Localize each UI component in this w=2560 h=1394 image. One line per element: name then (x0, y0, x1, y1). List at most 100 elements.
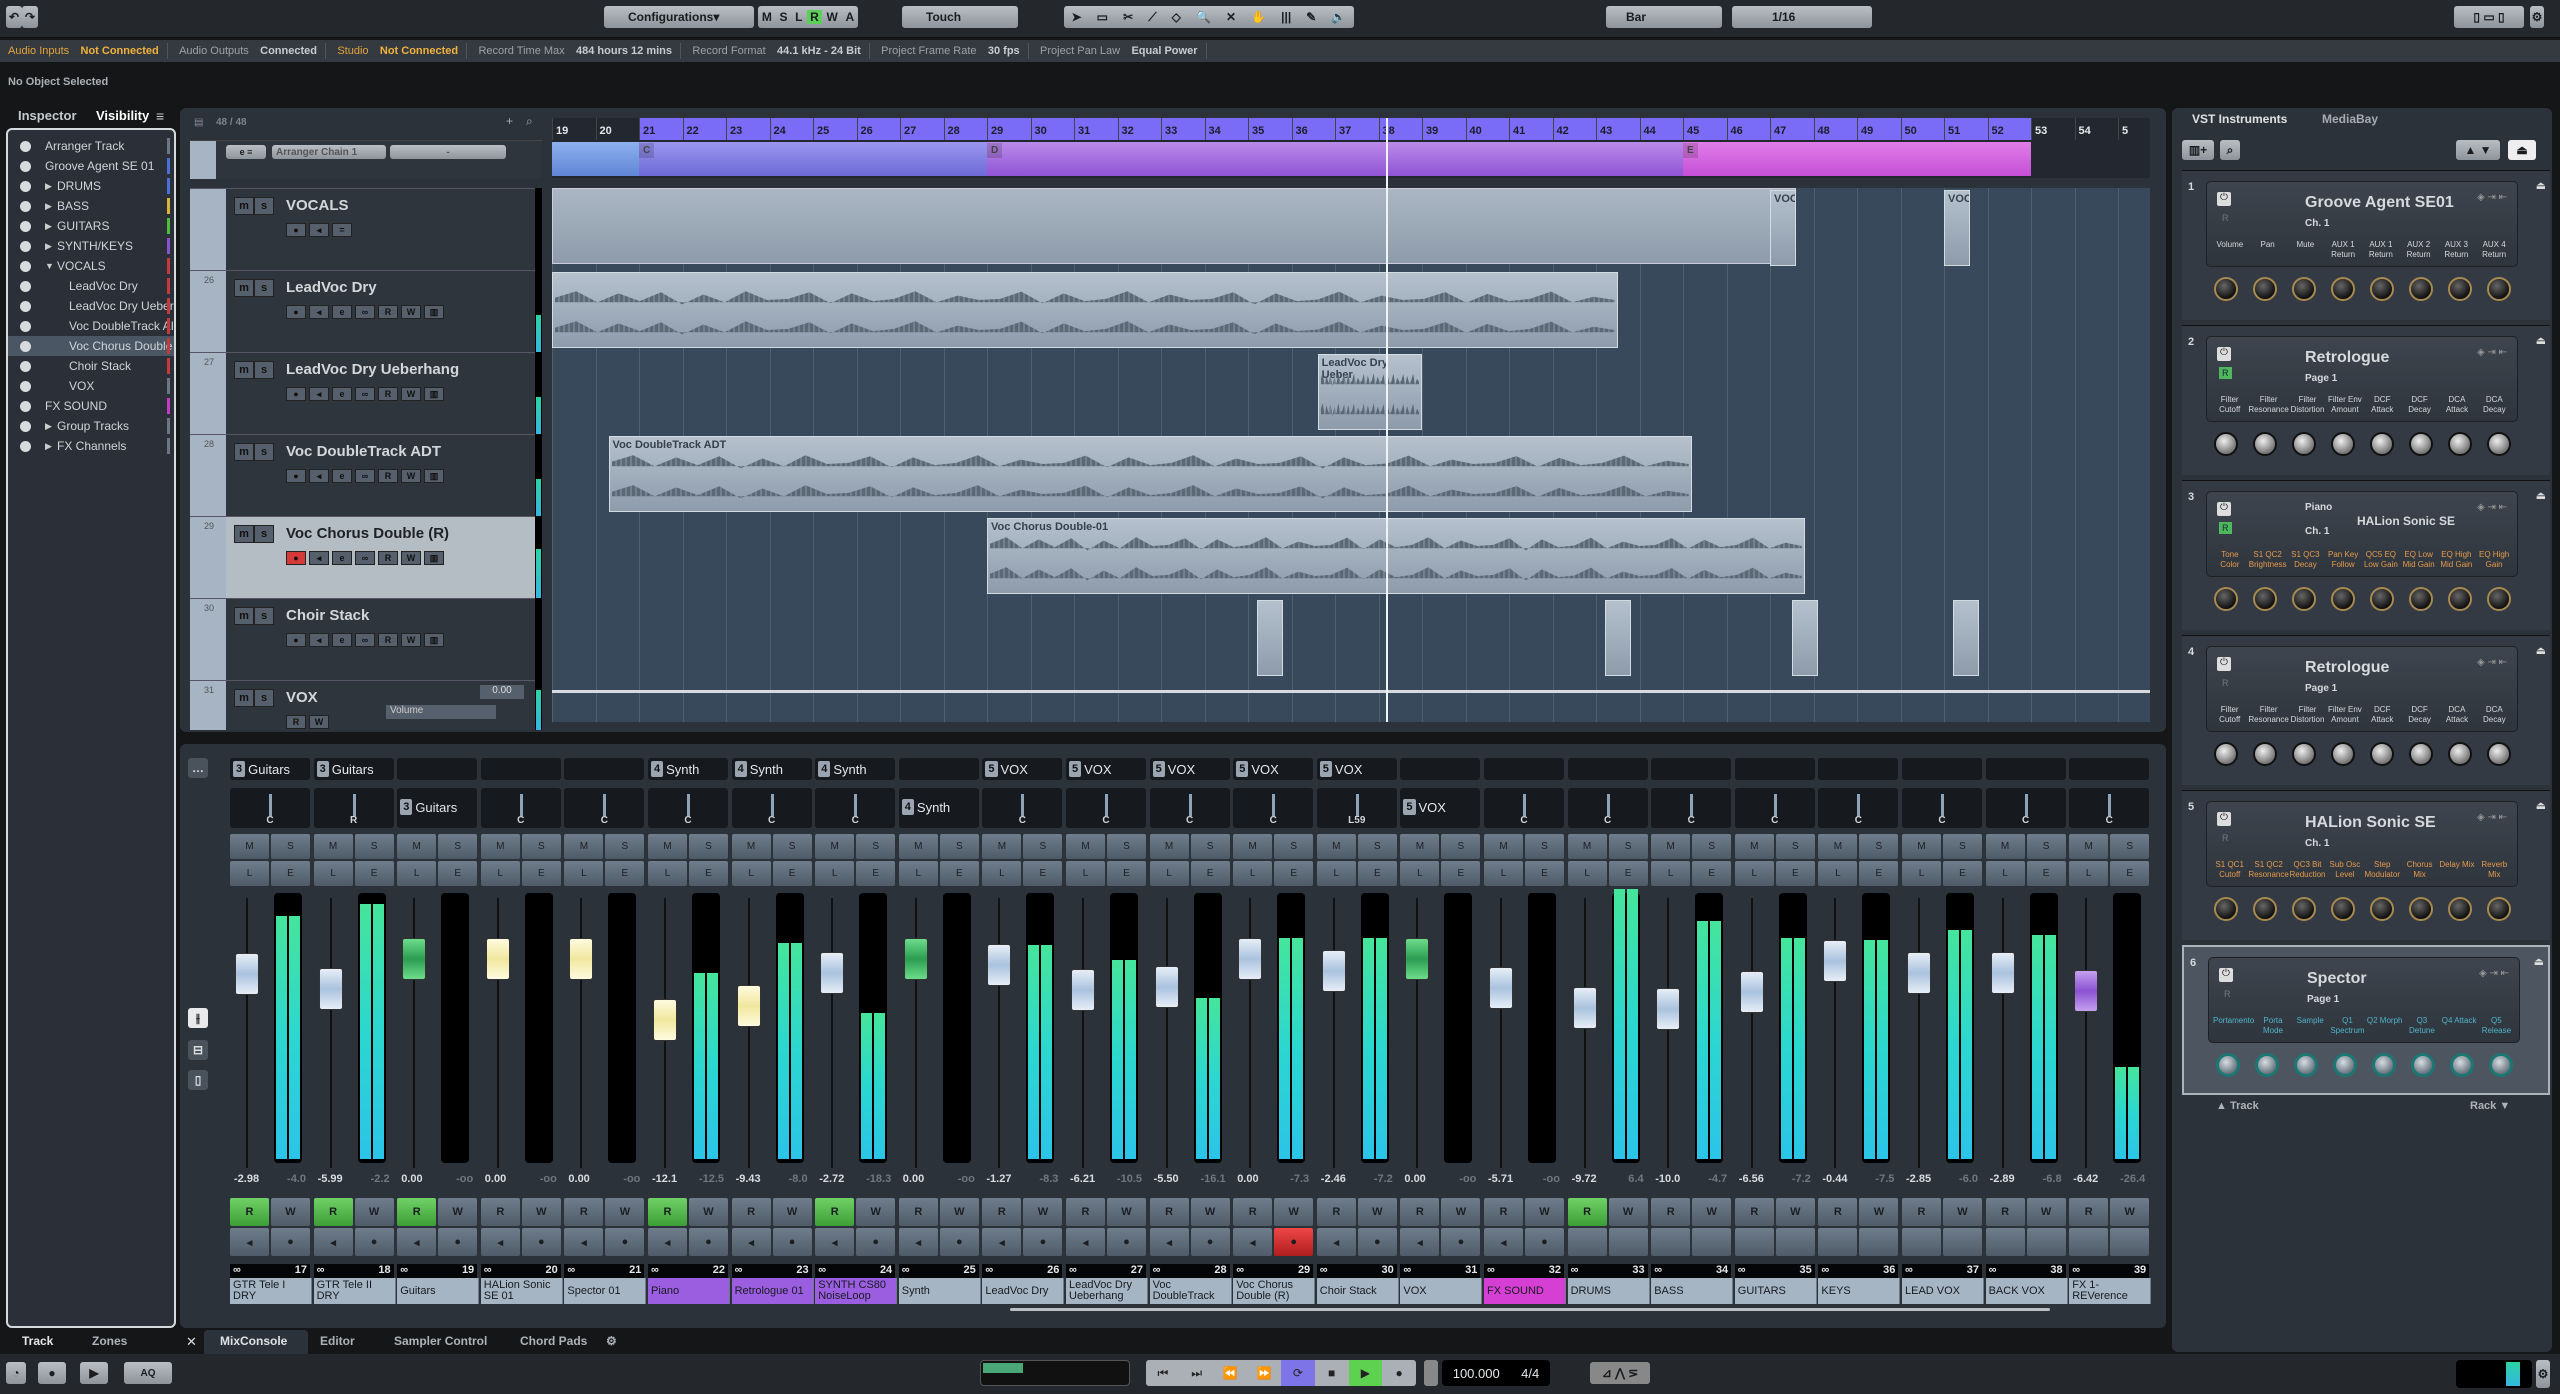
arranger-edit-button[interactable]: e ≡ (226, 145, 266, 159)
quick-control-knob[interactable] (2488, 1053, 2513, 1077)
tab-mixconsole[interactable]: MixConsole (220, 1334, 287, 1348)
write-automation-button[interactable]: W (772, 1198, 812, 1226)
peak-value[interactable]: -oo (1459, 1173, 1476, 1185)
record-enable-button[interactable] (1775, 1228, 1815, 1256)
audio-event[interactable]: VOC (1944, 190, 1971, 266)
monitor-button[interactable]: ◂ (1316, 1228, 1356, 1256)
record-enable-button[interactable]: ● (354, 1228, 394, 1256)
visibility-item[interactable]: LeadVoc Dry Ueber (8, 296, 174, 316)
quick-control-knob[interactable] (2369, 897, 2394, 921)
write-automation-button[interactable]: W (1190, 1198, 1230, 1226)
lanes-button[interactable]: ▥ (424, 469, 444, 483)
track-name[interactable]: LeadVoc Dry Ueberhang (286, 361, 459, 378)
record-enable-button[interactable]: ● (1441, 1228, 1481, 1256)
record-button[interactable]: ● (286, 633, 306, 647)
solo-button[interactable]: s (254, 197, 274, 215)
visibility-toggle[interactable] (20, 180, 31, 192)
mute-button[interactable]: m (234, 361, 254, 379)
fader-value[interactable]: -2.85 (1906, 1173, 1931, 1185)
l-button[interactable]: L (1233, 861, 1273, 886)
visibility-item[interactable]: Voc Chorus Double (8, 336, 174, 356)
quick-control-knob[interactable] (2213, 587, 2238, 611)
read-automation-button[interactable]: R (313, 1198, 353, 1226)
read-button[interactable]: R (2219, 832, 2232, 844)
audio-event[interactable]: LeadVoc Dry Ueber (1317, 354, 1422, 430)
fader-value[interactable]: -9.43 (736, 1173, 761, 1185)
quick-control-knob[interactable] (2369, 277, 2394, 301)
quick-control-knob[interactable] (2252, 432, 2277, 456)
pan-control[interactable]: 4 Synth (898, 788, 979, 828)
track-name[interactable]: Voc Chorus Double (R) (286, 525, 449, 542)
monitor-button[interactable]: ◂ (1400, 1228, 1440, 1256)
channel-routing-slot[interactable]: 5 VOX (1233, 758, 1314, 780)
speaker-tool-icon[interactable]: 🔈 (1331, 10, 1346, 24)
record-enable-button[interactable]: ● (772, 1228, 812, 1256)
channel-name[interactable]: DRUMS (1567, 1278, 1650, 1304)
visibility-item[interactable]: Arranger Track (8, 136, 174, 156)
fader-value[interactable]: -2.89 (1990, 1173, 2015, 1185)
record-enable-button[interactable]: ● (856, 1228, 896, 1256)
tab-mediabay[interactable]: MediaBay (2322, 112, 2378, 126)
s-button[interactable]: S (2026, 834, 2066, 859)
peak-value[interactable]: -8.3 (1039, 1173, 1058, 1185)
visibility-item[interactable]: ▶ FX Channels (8, 436, 174, 456)
fader-value[interactable]: 0.00 (1404, 1173, 1425, 1185)
track-header[interactable]: 29 m s Voc Chorus Double (R) ● ◂ e ∞ R W ▥ (190, 516, 542, 598)
split-tool-icon[interactable]: ✂ (1123, 10, 1133, 24)
channel-routing-slot[interactable]: 5 VOX (1066, 758, 1146, 780)
record-enable-button[interactable]: ● (689, 1228, 728, 1256)
l-button[interactable]: L (1902, 861, 1941, 886)
channel-name[interactable]: GUITARS (1734, 1278, 1817, 1304)
glue-tool-icon[interactable]: ⟋ (1148, 10, 1156, 25)
go-to-start-icon[interactable]: ⏮ (1146, 1360, 1180, 1386)
quick-control-knob[interactable] (2408, 742, 2433, 766)
mute-button[interactable]: m (234, 197, 254, 215)
write-automation-button[interactable]: W (2110, 1198, 2150, 1226)
monitor-button[interactable]: ◂ (309, 633, 329, 647)
read-automation-button[interactable]: R (2069, 1198, 2109, 1226)
automation-mode-w[interactable]: W (823, 10, 840, 24)
peak-value[interactable]: -12.5 (699, 1173, 724, 1185)
edit-button[interactable]: e (332, 469, 352, 483)
channel-routing-slot[interactable] (1484, 758, 1564, 780)
l-button[interactable]: L (731, 861, 771, 886)
arranger-chain-dropdown[interactable]: Arranger Chain 1 (272, 145, 386, 159)
automation-mode-r[interactable]: R (807, 10, 822, 24)
monitor-button[interactable]: ◂ (309, 469, 329, 483)
pan-control[interactable]: 5 VOX (1400, 788, 1481, 828)
fader-value[interactable]: -9.72 (1572, 1173, 1597, 1185)
track-name[interactable]: LeadVoc Dry (286, 279, 377, 296)
monitor-button[interactable]: ◂ (1233, 1228, 1273, 1256)
automation-mode-l[interactable]: L (792, 10, 805, 24)
eject-icon[interactable]: ⏏ (2536, 489, 2546, 502)
s-button[interactable]: S (939, 834, 979, 859)
pan-control[interactable]: C (731, 788, 812, 828)
write-button[interactable]: W (401, 469, 421, 483)
e-button[interactable]: E (856, 861, 896, 886)
lower-zone-settings-icon[interactable]: ⚙ (606, 1334, 617, 1348)
e-button[interactable]: E (1107, 861, 1146, 886)
m-button[interactable]: M (313, 834, 353, 859)
record-format-value[interactable]: 44.1 kHz - 24 Bit (777, 40, 861, 62)
record-enable-button[interactable] (2110, 1228, 2150, 1256)
record-button[interactable]: ● (286, 305, 306, 319)
power-icon[interactable]: ⏻ (2217, 192, 2231, 206)
l-button[interactable]: L (898, 861, 938, 886)
l-button[interactable]: L (815, 861, 855, 886)
visibility-item[interactable]: Groove Agent SE 01 (8, 156, 174, 176)
monitor-button[interactable]: ◂ (1066, 1228, 1105, 1256)
quick-control-knob[interactable] (2213, 742, 2238, 766)
tab-track[interactable]: Track (22, 1334, 53, 1348)
pan-control[interactable]: 3 Guitars (397, 788, 478, 828)
s-button[interactable]: S (2110, 834, 2150, 859)
mixer-options-button[interactable]: … (188, 758, 208, 778)
instrument-io-icons[interactable]: ◈ ⇥ ⇤ (2477, 347, 2507, 358)
expand-icon[interactable]: ▼ (45, 261, 57, 271)
peak-value[interactable]: -18.3 (866, 1173, 891, 1185)
expand-icon[interactable]: ▶ (45, 441, 57, 452)
go-to-end-icon[interactable]: ⏭ (1180, 1360, 1214, 1386)
read-automation-button[interactable]: R (1149, 1198, 1189, 1226)
visibility-item[interactable]: ▶ BASS (8, 196, 174, 216)
read-automation-button[interactable]: R (1818, 1198, 1858, 1226)
read-automation-button[interactable]: R (1316, 1198, 1356, 1226)
